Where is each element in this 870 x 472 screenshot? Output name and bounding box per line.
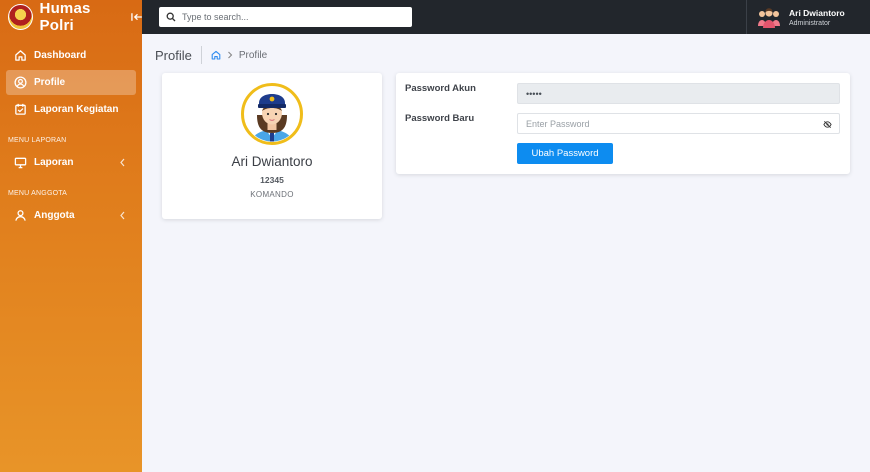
- search-box[interactable]: [159, 7, 412, 27]
- presentation-icon: [14, 157, 27, 169]
- police-logo-icon: [8, 4, 33, 30]
- user-icon: [15, 210, 26, 221]
- account-password-field: •••••: [517, 83, 840, 104]
- user-circle-icon: [14, 76, 27, 89]
- brand-name: Humas Polri: [39, 0, 91, 34]
- breadcrumb-divider: [200, 46, 202, 64]
- chevron-right-icon: [227, 51, 233, 59]
- user-name: Ari Dwiantoro: [789, 7, 845, 18]
- breadcrumb-current: Profile: [238, 49, 268, 61]
- brand: Humas Polri: [0, 0, 142, 34]
- sidebar-nav: Dashboard Profile Laporan Kegiatan MENU …: [0, 34, 142, 228]
- profile-nrp: 12345: [260, 175, 284, 185]
- change-password-button[interactable]: Ubah Password: [517, 143, 613, 164]
- account-password-label: Password Akun: [405, 83, 476, 94]
- chevron-left-icon: [120, 211, 125, 220]
- calendar-check-icon: [15, 103, 26, 115]
- sidebar-item-laporan[interactable]: Laporan: [6, 150, 136, 175]
- home-icon: [15, 50, 26, 61]
- home-icon[interactable]: [211, 50, 221, 60]
- profile-card: Ari Dwiantoro 12345 KOMANDO: [162, 73, 382, 219]
- new-password-label: Password Baru: [405, 113, 475, 124]
- sidebar-item-laporan-kegiatan[interactable]: Laporan Kegiatan: [6, 97, 136, 122]
- collapse-sidebar-icon[interactable]: [131, 11, 142, 23]
- user-role: Administrator: [789, 19, 831, 27]
- section-menu-anggota: MENU ANGGOTA: [8, 190, 68, 197]
- topbar: Ari Dwiantoro Administrator: [142, 0, 870, 34]
- eye-off-icon[interactable]: [823, 120, 832, 129]
- sidebar-item-label: Anggota: [34, 210, 75, 221]
- sidebar-item-label: Laporan Kegiatan: [34, 104, 119, 115]
- user-menu[interactable]: Ari Dwiantoro Administrator: [746, 0, 870, 34]
- chevron-left-icon: [120, 158, 125, 167]
- section-menu-laporan: MENU LAPORAN: [8, 137, 67, 144]
- sidebar-item-label: Laporan: [34, 157, 74, 168]
- sidebar-item-dashboard[interactable]: Dashboard: [6, 43, 136, 68]
- password-card: Password Akun ••••• Password Baru Ubah P…: [396, 73, 850, 174]
- new-password-input[interactable]: [526, 118, 816, 129]
- sidebar-item-profile[interactable]: Profile: [6, 70, 136, 95]
- sidebar-item-anggota[interactable]: Anggota: [6, 203, 136, 228]
- user-group-avatar-icon: [758, 8, 780, 28]
- sidebar-item-label: Profile: [34, 77, 66, 88]
- new-password-box[interactable]: [517, 113, 840, 134]
- user-info: Ari Dwiantoro Administrator: [789, 8, 845, 27]
- search-input[interactable]: [182, 12, 402, 22]
- page-title: Profile: [155, 47, 192, 63]
- sidebar: Humas Polri Dashboard Profile Laporan Ke…: [0, 0, 142, 472]
- police-officer-avatar: [241, 83, 303, 145]
- sidebar-item-label: Dashboard: [34, 50, 87, 61]
- profile-name: Ari Dwiantoro: [231, 154, 313, 169]
- breadcrumb: Profile Profile: [155, 46, 267, 64]
- search-icon: [166, 12, 176, 22]
- profile-unit: KOMANDO: [250, 190, 294, 199]
